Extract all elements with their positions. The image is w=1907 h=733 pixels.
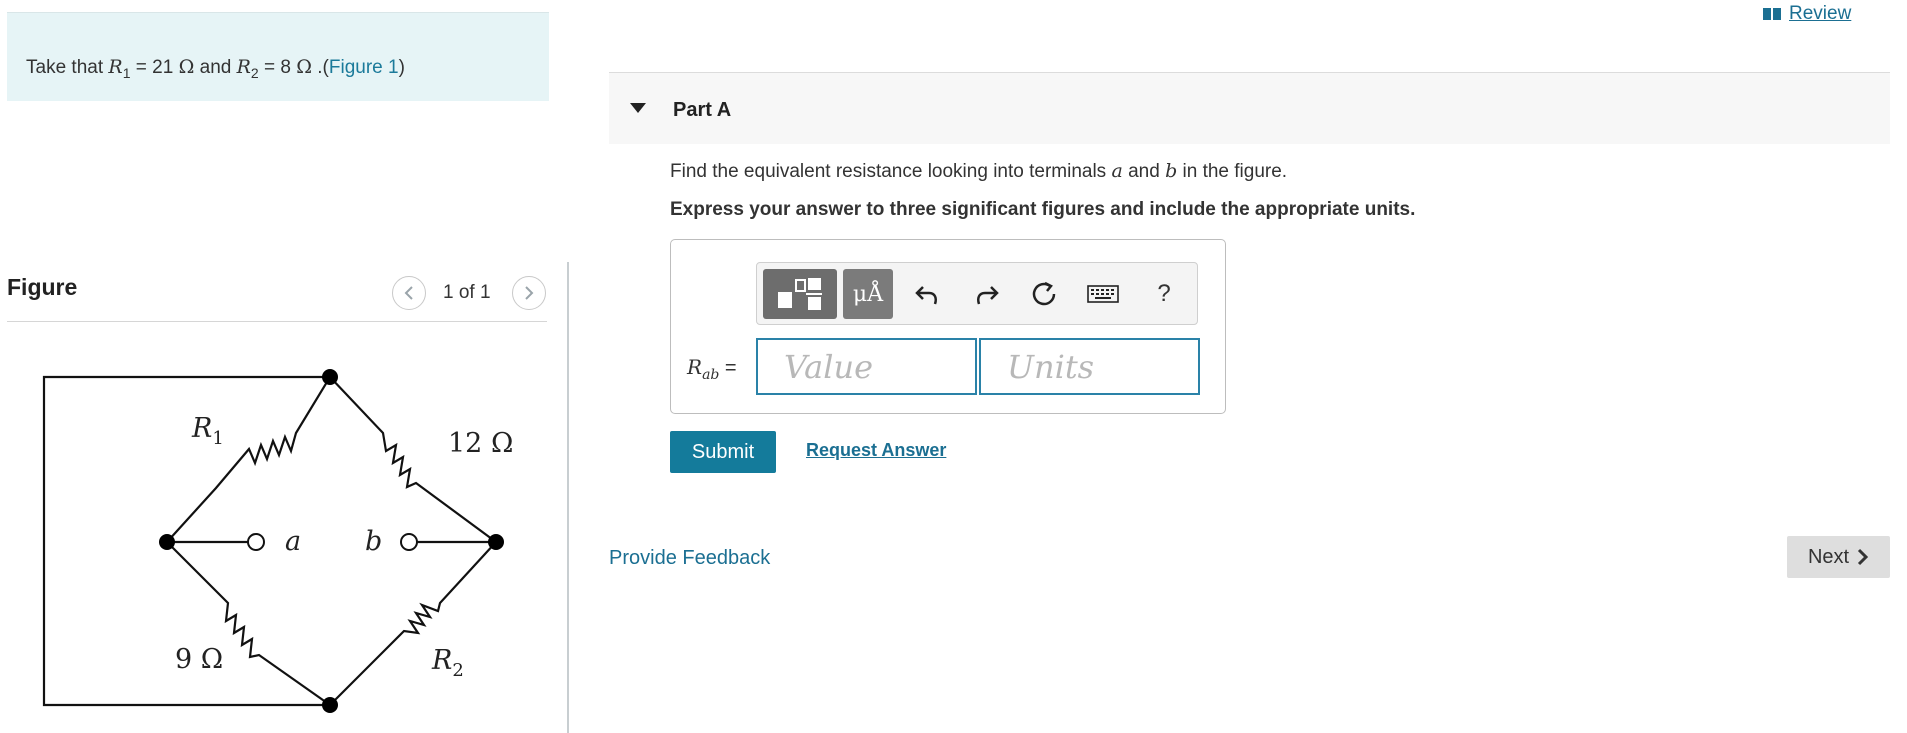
- next-label: Next: [1807, 545, 1850, 568]
- svg-text:R2: R2: [431, 645, 464, 681]
- prev-figure-button[interactable]: [392, 276, 426, 310]
- reset-icon: [1032, 281, 1056, 306]
- answer-label-sub: ab: [702, 367, 720, 383]
- question-a: a: [1111, 160, 1123, 182]
- math-toolbar: μÅ ?: [756, 262, 1198, 325]
- next-figure-button[interactable]: [512, 276, 546, 310]
- label-r2-sub: 2: [452, 660, 463, 681]
- r2-value: = 8: [258, 57, 297, 78]
- figure-link[interactable]: Figure 1: [329, 57, 399, 78]
- node-bottom: [322, 697, 338, 713]
- reset-button[interactable]: [1027, 277, 1061, 311]
- intro-close-paren: ): [398, 57, 405, 78]
- figure-title: Figure: [7, 274, 78, 300]
- label-terminal-a: a: [285, 526, 301, 557]
- part-title: Part A: [673, 99, 732, 121]
- answer-label-eq: =: [719, 357, 737, 379]
- terminal-a: [247, 533, 265, 551]
- intro-prefix: Take that: [26, 57, 109, 78]
- collapse-caret-icon[interactable]: [630, 103, 646, 113]
- label-r2: R: [431, 645, 452, 676]
- provide-feedback-link[interactable]: Provide Feedback: [609, 547, 770, 570]
- label-9ohm: 9 Ω: [175, 644, 223, 675]
- help-button[interactable]: ?: [1149, 277, 1179, 311]
- fraction-template-icon: [778, 278, 822, 310]
- question-b: b: [1165, 160, 1178, 182]
- panel-divider: [567, 262, 569, 733]
- units-input[interactable]: [979, 338, 1200, 395]
- svg-text:R1: R1: [191, 413, 224, 449]
- problem-intro: Take that R1 = 21 Ω and R2 = 8 Ω .(Figur…: [7, 12, 549, 101]
- undo-icon: [915, 286, 937, 305]
- review-link[interactable]: Review: [1762, 3, 1851, 25]
- r1-resistor: [166, 376, 331, 543]
- book-icon: [1763, 8, 1781, 20]
- ohm-symbol: Ω: [178, 56, 195, 78]
- resistor-12ohm: [329, 376, 497, 543]
- review-label: Review: [1789, 3, 1852, 24]
- answer-label-symbol: R: [687, 355, 703, 379]
- redo-button[interactable]: [969, 277, 1003, 311]
- figure-pager: 1 of 1: [443, 282, 491, 303]
- intro-and: and: [194, 57, 237, 78]
- label-r1-sub: 1: [212, 428, 223, 449]
- figure-divider: [7, 321, 547, 322]
- part-a-header[interactable]: [609, 72, 1890, 144]
- help-label: ?: [1157, 280, 1171, 307]
- label-r1: R: [191, 413, 212, 444]
- ohm-symbol-2: Ω: [296, 56, 312, 78]
- next-button[interactable]: Next: [1787, 536, 1890, 578]
- redo-icon: [977, 286, 999, 305]
- question-prefix: Find the equivalent resistance looking i…: [670, 161, 1112, 182]
- templates-button[interactable]: [763, 269, 837, 319]
- r1-symbol: R: [108, 56, 123, 78]
- keyboard-button[interactable]: [1085, 279, 1121, 309]
- undo-button[interactable]: [911, 277, 945, 311]
- node-top: [322, 369, 338, 385]
- terminal-b: [400, 533, 418, 551]
- units-button[interactable]: μÅ: [843, 269, 893, 319]
- resistor-9ohm: [166, 541, 331, 706]
- question-text: Find the equivalent resistance looking i…: [670, 160, 1287, 183]
- r2-symbol: R: [236, 56, 251, 78]
- instruction-text: Express your answer to three significant…: [670, 199, 1416, 220]
- chevron-left-icon: [404, 286, 413, 300]
- r1-sub: 1: [122, 64, 131, 81]
- question-and: and: [1122, 161, 1166, 182]
- submit-button[interactable]: Submit: [670, 431, 776, 473]
- request-answer-link[interactable]: Request Answer: [806, 440, 946, 461]
- units-button-label: μÅ: [852, 281, 884, 307]
- answer-label: Rab =: [687, 355, 737, 383]
- r1-value: = 21: [130, 57, 179, 78]
- label-terminal-b: b: [365, 526, 382, 557]
- node-left: [159, 534, 175, 550]
- node-right: [488, 534, 504, 550]
- question-suffix: in the figure.: [1177, 161, 1288, 182]
- r2-sub: 2: [250, 64, 259, 81]
- chevron-right-icon: [525, 286, 534, 300]
- chevron-right-icon: [1858, 548, 1869, 566]
- keyboard-icon: [1087, 285, 1119, 303]
- circuit-diagram: R1 12 Ω 9 Ω R2 a b: [42, 369, 513, 713]
- label-12ohm: 12 Ω: [448, 428, 513, 459]
- value-input[interactable]: [756, 338, 977, 395]
- r2-resistor: [329, 541, 497, 706]
- intro-dot-paren: .(: [311, 57, 329, 78]
